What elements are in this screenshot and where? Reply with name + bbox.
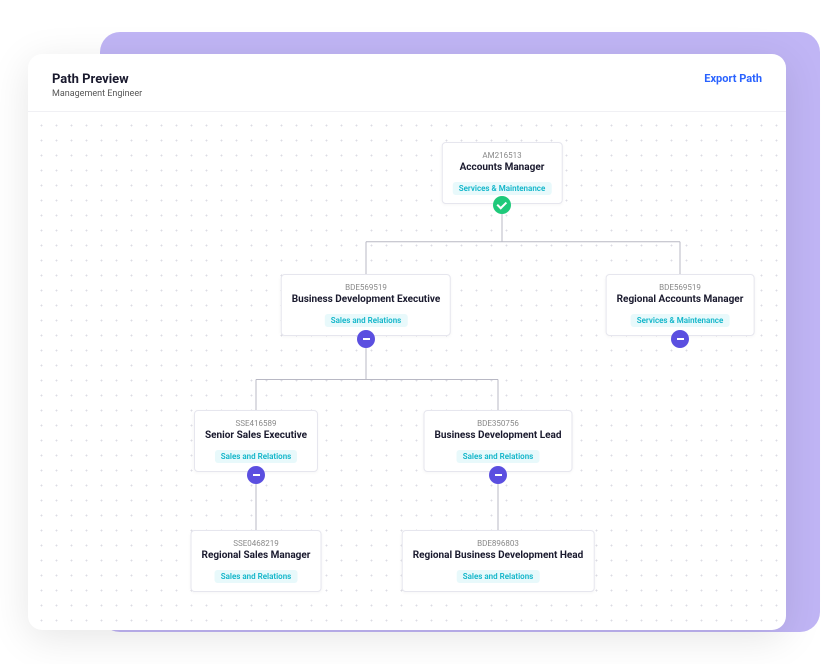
node-code: BDE569519 [617,283,744,292]
node-tag: Sales and Relations [457,570,540,583]
check-icon[interactable] [493,196,511,214]
node-code: BDE896803 [413,539,584,548]
node-business-dev-lead[interactable]: BDE350756 Business Development Lead Sale… [423,410,572,472]
card-header: Path Preview Management Engineer Export … [28,54,786,111]
node-tag: Sales and Relations [325,314,408,327]
collapse-icon[interactable] [489,466,507,484]
collapse-icon[interactable] [247,466,265,484]
page-subtitle: Management Engineer [52,89,142,99]
node-tag: Sales and Relations [215,450,298,463]
node-accounts-manager[interactable]: AM216513 Accounts Manager Services & Mai… [442,142,563,204]
collapse-icon[interactable] [671,330,689,348]
node-title: Regional Business Development Head [413,550,584,561]
node-title: Business Development Lead [434,430,561,441]
node-title: Business Development Executive [292,294,440,305]
node-code: SSE416589 [205,419,307,428]
node-title: Accounts Manager [453,162,552,173]
node-code: SSE0468219 [202,539,311,548]
node-code: BDE350756 [434,419,561,428]
node-regional-business-dev-head[interactable]: BDE896803 Regional Business Development … [402,530,595,592]
page-title: Path Preview [52,72,142,87]
header-titles: Path Preview Management Engineer [52,72,142,99]
export-path-button[interactable]: Export Path [704,72,762,85]
node-tag: Services & Maintenance [631,314,730,327]
node-title: Regional Sales Manager [202,550,311,561]
org-canvas[interactable]: AM216513 Accounts Manager Services & Mai… [28,111,786,630]
collapse-icon[interactable] [357,330,375,348]
node-regional-accounts-manager[interactable]: BDE569519 Regional Accounts Manager Serv… [606,274,755,336]
node-regional-sales-manager[interactable]: SSE0468219 Regional Sales Manager Sales … [191,530,322,592]
node-title: Regional Accounts Manager [617,294,744,305]
node-tag: Sales and Relations [457,450,540,463]
node-code: BDE569519 [292,283,440,292]
node-senior-sales-exec[interactable]: SSE416589 Senior Sales Executive Sales a… [194,410,318,472]
path-preview-card: Path Preview Management Engineer Export … [28,54,786,630]
node-code: AM216513 [453,151,552,160]
node-business-dev-exec[interactable]: BDE569519 Business Development Executive… [281,274,451,336]
node-tag: Sales and Relations [215,570,298,583]
node-title: Senior Sales Executive [205,430,307,441]
node-tag: Services & Maintenance [453,182,552,195]
